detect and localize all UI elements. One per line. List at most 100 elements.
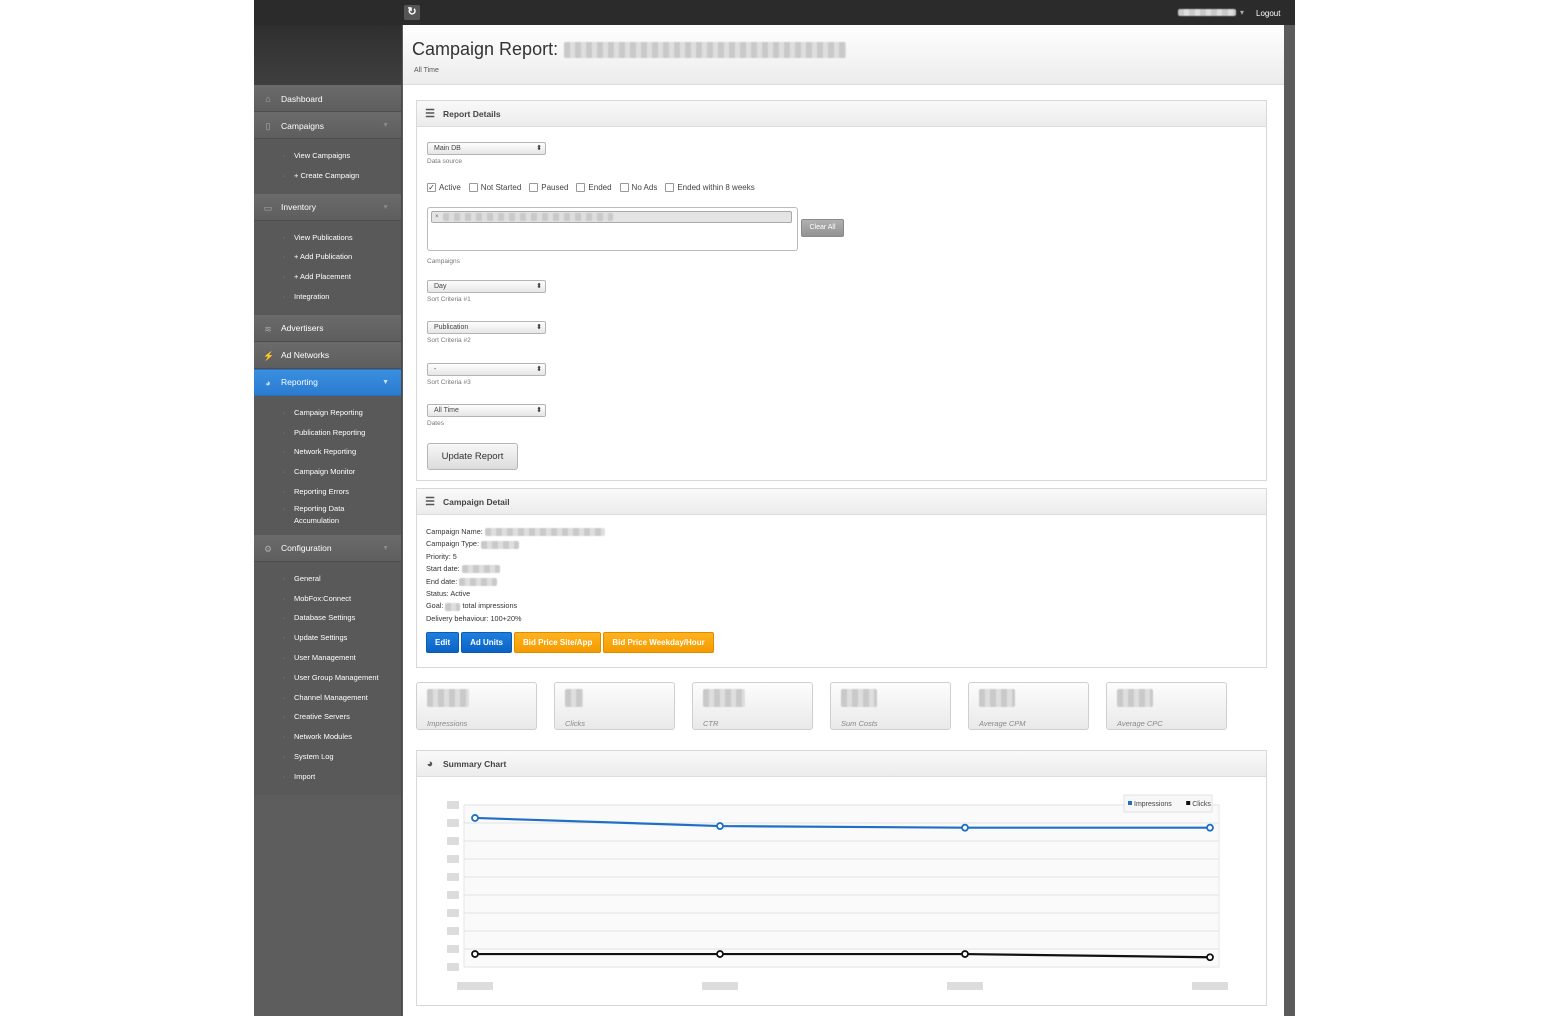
- stat-value-redacted: [427, 689, 469, 707]
- tag-remove-icon[interactable]: ×: [435, 214, 439, 220]
- sidebar-item-ad-networks[interactable]: ⚡ Ad Networks: [254, 341, 401, 369]
- sidebar-item-reporting[interactable]: ◕ Reporting ▼: [254, 368, 401, 396]
- sort2-field: Publication Sort Criteria #2: [427, 321, 546, 344]
- sidebar-subitem[interactable]: User Management: [254, 648, 401, 668]
- chevron-down-icon: ▼: [382, 378, 389, 386]
- sidebar-subitem[interactable]: + Create Campaign: [254, 166, 401, 186]
- sidebar-subitem[interactable]: Publication Reporting: [254, 423, 401, 443]
- sidebar-subitem[interactable]: Creative Servers: [254, 707, 401, 727]
- sidebar-subitem[interactable]: + Add Publication: [254, 247, 401, 267]
- legend-swatch: [1186, 801, 1191, 805]
- top-bar: ↻ ▾ Logout: [254, 0, 1295, 25]
- sidebar-subitem[interactable]: Network Modules: [254, 727, 401, 747]
- sidebar-subitem[interactable]: View Campaigns: [254, 146, 401, 166]
- sidebar-subitem[interactable]: Network Reporting: [254, 442, 401, 462]
- sort-criteria-1-select[interactable]: Day: [427, 280, 546, 293]
- sidebar-item-campaigns[interactable]: ▯ Campaigns ▼: [254, 112, 401, 139]
- sidebar-item-advertisers[interactable]: ≋ Advertisers: [254, 314, 401, 342]
- logout-link[interactable]: Logout: [1256, 9, 1280, 18]
- sort-criteria-3-select[interactable]: -: [427, 363, 546, 376]
- sidebar-header: [254, 25, 402, 85]
- sidebar-item-configuration[interactable]: ⚙ Configuration ▼: [254, 534, 401, 562]
- x-tick-label-redacted: [702, 982, 738, 990]
- bid-price-site-button[interactable]: Bid Price Site/App: [514, 632, 602, 654]
- campaign-tag: ×: [431, 211, 792, 223]
- sidebar-item-inventory[interactable]: ▭ Inventory ▼: [254, 193, 401, 221]
- sidebar-item-label: Advertisers: [281, 323, 324, 334]
- ad-units-button[interactable]: Ad Units: [461, 632, 512, 654]
- checkbox-label: Ended: [588, 183, 612, 192]
- stat-sum-costs: Sum Costs: [830, 682, 951, 730]
- campaigns-multiselect[interactable]: ×: [427, 207, 798, 251]
- campaign-name-redacted: [564, 41, 847, 58]
- gear-icon: ⚙: [263, 543, 273, 554]
- sidebar-subitem[interactable]: Reporting Errors: [254, 482, 401, 502]
- user-menu[interactable]: ▾: [1178, 8, 1244, 17]
- no-ads-checkbox[interactable]: [619, 183, 629, 192]
- plot-area: [463, 804, 1220, 968]
- active-checkbox[interactable]: ✓: [427, 183, 436, 192]
- sidebar-subitem[interactable]: Update Settings: [254, 628, 401, 648]
- bid-price-weekday-button[interactable]: Bid Price Weekday/Hour: [603, 632, 714, 654]
- data-point-impressions: [961, 823, 969, 832]
- not-started-checkbox[interactable]: [468, 183, 478, 192]
- dates-select[interactable]: All Time: [427, 404, 546, 417]
- y-tick-label-redacted: [447, 909, 459, 917]
- logo-icon[interactable]: ↻: [404, 5, 420, 20]
- checkbox-label: Not Started: [480, 183, 522, 192]
- checkbox-label: Active: [439, 183, 461, 192]
- stat-label: Impressions: [427, 719, 468, 728]
- field-label: Dates: [427, 420, 444, 427]
- detail-label: Campaign Type:: [426, 539, 480, 549]
- stat-label: CTR: [703, 719, 719, 728]
- panel-header: ◕ Summary Chart: [417, 751, 1266, 777]
- sidebar-subitem[interactable]: + Add Placement: [254, 267, 401, 287]
- sidebar-subitem[interactable]: Database Settings: [254, 608, 401, 628]
- sidebar-subitem[interactable]: User Group Management: [254, 668, 401, 688]
- edit-button[interactable]: Edit: [426, 632, 460, 654]
- sidebar: ⌂ Dashboard ▯ Campaigns ▼ View Campaigns…: [254, 85, 402, 1016]
- goal-suffix: total impressions: [462, 601, 518, 611]
- sort-criteria-2-select[interactable]: Publication: [427, 321, 546, 334]
- report-details-panel: ☰ Report Details Main DB Data source ✓ A…: [416, 100, 1267, 481]
- sidebar-subitem[interactable]: Channel Management: [254, 688, 401, 708]
- sidebar-item-dashboard[interactable]: ⌂ Dashboard: [254, 85, 401, 112]
- ended-8-weeks-checkbox[interactable]: [665, 183, 675, 192]
- redacted-value: [484, 528, 605, 537]
- sidebar-subitem[interactable]: View Publications: [254, 228, 401, 248]
- detail-body: Campaign Name: Campaign Type: Priority: …: [417, 515, 1266, 654]
- sidebar-subitem[interactable]: Campaign Reporting: [254, 403, 401, 423]
- data-source-select[interactable]: Main DB: [427, 142, 546, 155]
- checkbox-label: No Ads: [631, 183, 658, 192]
- campaign-tag-redacted: [442, 213, 613, 221]
- y-tick-label-redacted: [447, 891, 459, 899]
- legend-label: Impressions: [1134, 801, 1172, 808]
- field-label: Sort Criteria #2: [427, 337, 471, 344]
- paused-checkbox[interactable]: [529, 183, 539, 192]
- home-icon: ⌂: [265, 94, 271, 104]
- redacted-value: [481, 540, 520, 549]
- y-tick-label-redacted: [447, 873, 459, 881]
- sidebar-subitem[interactable]: Campaign Monitor: [254, 462, 401, 482]
- stat-value-redacted: [979, 689, 1015, 707]
- sidebar-subitem[interactable]: Import: [254, 767, 401, 787]
- sidebar-subitem[interactable]: System Log: [254, 747, 401, 767]
- page-header: Campaign Report: All Time: [403, 25, 1284, 85]
- sidebar-subitem[interactable]: General: [254, 569, 401, 589]
- layers-icon: ≋: [264, 323, 272, 334]
- stat-value-redacted: [703, 689, 745, 707]
- goal-line: Goal: total impressions: [426, 600, 1266, 612]
- field-label: Sort Criteria #1: [427, 296, 471, 303]
- sidebar-subitem[interactable]: Integration: [254, 287, 401, 307]
- sidebar-item-label: Configuration: [281, 543, 332, 554]
- clear-all-button[interactable]: Clear All: [801, 219, 844, 237]
- lightning-icon: ⚡: [263, 350, 275, 361]
- sidebar-subitem[interactable]: Reporting Data Accumulation: [254, 502, 364, 527]
- ended-checkbox[interactable]: [576, 183, 586, 192]
- list-icon: ☰: [425, 108, 435, 120]
- data-point-impressions: [1206, 823, 1214, 832]
- campaigns-submenu: View Campaigns + Create Campaign: [254, 139, 401, 194]
- update-report-button[interactable]: Update Report: [427, 443, 518, 470]
- y-tick-label-redacted: [447, 927, 459, 935]
- sidebar-subitem[interactable]: MobFox:Connect: [254, 589, 401, 609]
